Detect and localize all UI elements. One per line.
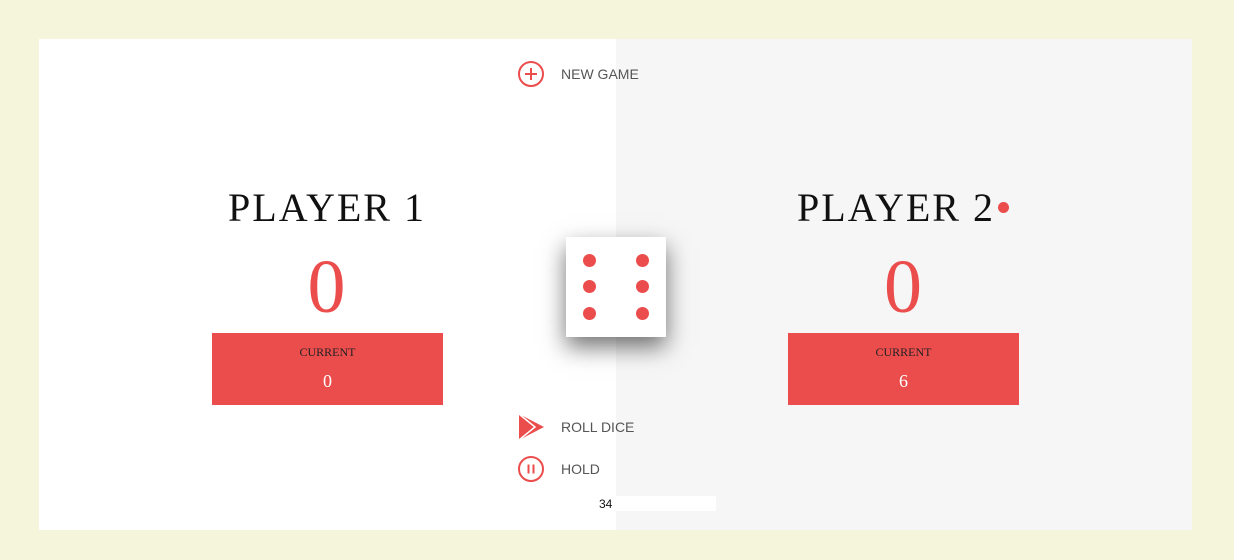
pause-circle-icon: [518, 456, 544, 482]
dice-pip: [583, 280, 596, 293]
player-2-name: PLAYER 2: [615, 183, 1191, 233]
plus-circle-icon: [518, 61, 544, 87]
player-2-current-label: Current: [875, 345, 932, 359]
dice-pip: [583, 307, 596, 320]
active-player-dot-icon: [997, 202, 1009, 214]
dice-pip: [636, 280, 649, 293]
player-1-current-box: Current 0: [212, 333, 443, 405]
player-2-current-score: 6: [899, 371, 908, 391]
dice-pip: [583, 254, 596, 267]
dice-pip: [636, 254, 649, 267]
play-arrow-icon: [518, 413, 544, 441]
player-2-panel: PLAYER 2 0 Current 6: [616, 39, 1192, 530]
roll-dice-button[interactable]: ROLL DICE: [517, 413, 634, 441]
roll-dice-label: ROLL DICE: [561, 419, 635, 435]
dice: [566, 237, 666, 337]
new-game-label: NEW GAME: [561, 66, 639, 82]
hold-button[interactable]: HOLD: [517, 455, 600, 483]
player-2-score: 0: [884, 245, 922, 329]
hold-label: HOLD: [561, 461, 600, 477]
player-1-name: PLAYER 1: [228, 185, 426, 230]
player-1-current-score: 0: [323, 371, 332, 391]
player-2-current-box: Current 6: [788, 333, 1019, 405]
player-1-current-label: Current: [299, 345, 356, 359]
new-game-button[interactable]: NEW GAME: [517, 60, 639, 88]
final-score-input[interactable]: [599, 496, 716, 511]
player-1-score: 0: [307, 245, 346, 329]
dice-pip: [636, 307, 649, 320]
game-board: PLAYER 1 0 Current 0 PLAYER 2 0 Current …: [39, 39, 1192, 530]
